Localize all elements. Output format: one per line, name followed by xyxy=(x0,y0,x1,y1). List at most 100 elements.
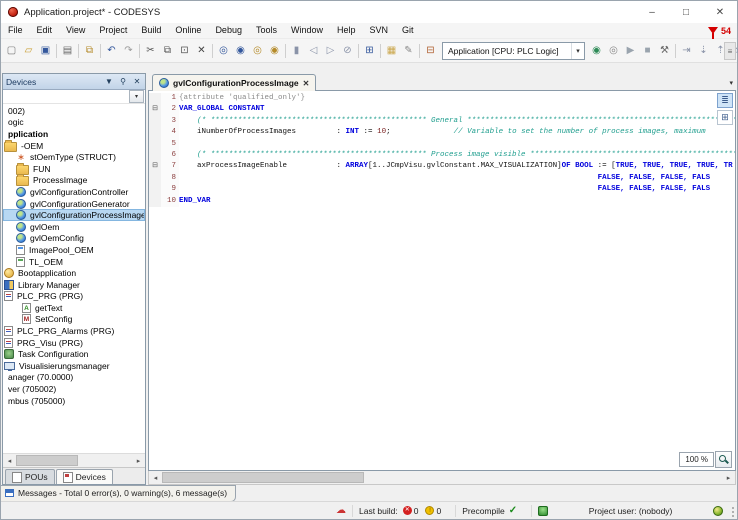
panel-close-icon[interactable]: ✕ xyxy=(132,75,142,88)
scroll-right-icon[interactable]: ▸ xyxy=(722,474,735,482)
tree-item-002-[interactable]: 002) xyxy=(3,105,145,117)
tree-item-gvloem[interactable]: gvlOem xyxy=(3,221,145,233)
tree-item-ver-705002-[interactable]: ver (705002) xyxy=(3,383,145,395)
tree-item-imagepool-oem[interactable]: ImagePool_OEM xyxy=(3,244,145,256)
tree-item-fun[interactable]: FUN xyxy=(3,163,145,175)
menu-window[interactable]: Window xyxy=(284,23,330,38)
start-icon[interactable]: ▶ xyxy=(622,42,639,59)
menu-build[interactable]: Build xyxy=(134,23,168,38)
menu-online[interactable]: Online xyxy=(168,23,208,38)
tree-item-prg-visu-prg-[interactable]: PRG_Visu (PRG) xyxy=(3,337,145,349)
logout-icon[interactable]: ◎ xyxy=(605,42,622,59)
tab-close-icon[interactable]: ✕ xyxy=(303,79,310,88)
edit-object-icon[interactable]: ✎ xyxy=(400,42,417,59)
undo-icon[interactable]: ↶ xyxy=(103,42,120,59)
menu-view[interactable]: View xyxy=(59,23,92,38)
delete-icon[interactable]: ✕ xyxy=(193,42,210,59)
find-replace-icon[interactable]: ◎ xyxy=(249,42,266,59)
tree-item-gvloemconfig[interactable]: gvlOemConfig xyxy=(3,233,145,245)
menu-project[interactable]: Project xyxy=(92,23,134,38)
magnifier-icon[interactable] xyxy=(715,451,732,468)
tree-item-stoemtype-struct-[interactable]: ∗stOemType (STRUCT) xyxy=(3,151,145,163)
tree-item-setconfig[interactable]: MSetConfig xyxy=(3,314,145,326)
new-file-icon[interactable]: ▢ xyxy=(3,42,20,59)
tree-item-anager-70-0000-[interactable]: anager (70.0000) xyxy=(3,372,145,384)
paste-icon[interactable]: ⊡ xyxy=(176,42,193,59)
notification-area[interactable]: 54 xyxy=(708,26,737,36)
close-button[interactable]: ✕ xyxy=(703,1,737,23)
tab-pous[interactable]: POUs xyxy=(5,469,55,484)
tree-item-task-configuration[interactable]: Task Configuration xyxy=(3,348,145,360)
tree-item-processimage[interactable]: ProcessImage xyxy=(3,175,145,187)
tab-list-dropdown-icon[interactable]: ▾ xyxy=(729,79,733,87)
build-icon[interactable]: ⊟ xyxy=(422,42,439,59)
print-icon[interactable]: ▤ xyxy=(59,42,76,59)
redo-icon[interactable]: ↷ xyxy=(120,42,137,59)
tab-devices[interactable]: Devices xyxy=(56,469,113,484)
tree-horizontal-scrollbar[interactable]: ◂ ▸ xyxy=(3,453,145,467)
tree-item--oem[interactable]: -OEM xyxy=(3,140,145,152)
open-file-icon[interactable]: ▱ xyxy=(20,42,37,59)
login-icon[interactable]: ◉ xyxy=(588,42,605,59)
bookmark-prev-icon[interactable]: ◁ xyxy=(305,42,322,59)
menu-file[interactable]: File xyxy=(1,23,30,38)
menu-svn[interactable]: SVN xyxy=(363,23,396,38)
menu-edit[interactable]: Edit xyxy=(30,23,60,38)
tree-item-plc-prg-prg-[interactable]: PLC_PRG (PRG) xyxy=(3,291,145,303)
editor-tab[interactable]: gvlConfigurationProcessImage ✕ xyxy=(152,74,316,91)
editor-scroll-thumb[interactable] xyxy=(162,472,364,483)
editor-horizontal-scrollbar[interactable]: ◂ ▸ xyxy=(148,471,736,485)
step-into-icon[interactable]: ⇣ xyxy=(695,42,712,59)
maximize-button[interactable]: □ xyxy=(669,1,703,23)
tree-item-tl-oem[interactable]: TL_OEM xyxy=(3,256,145,268)
tree-item-ogic[interactable]: ogic xyxy=(3,117,145,129)
project-settings-icon[interactable]: ⊞ xyxy=(361,42,378,59)
tree-scroll-thumb[interactable] xyxy=(16,455,78,466)
sort-variables-button[interactable]: ≣ xyxy=(717,93,733,108)
tree-item-mbus-705000-[interactable]: mbus (705000) xyxy=(3,395,145,407)
build-tools-icon[interactable]: ⚒ xyxy=(656,42,673,59)
resize-grip[interactable] xyxy=(727,506,735,518)
tree-item-gvlconfigurationgenerator[interactable]: gvlConfigurationGenerator xyxy=(3,198,145,210)
tree-item-pplication[interactable]: pplication xyxy=(3,128,145,140)
bookmark-next-icon[interactable]: ▷ xyxy=(322,42,339,59)
zoom-level[interactable]: 100 % xyxy=(679,452,714,467)
scroll-left-icon[interactable]: ◂ xyxy=(149,474,162,482)
toolbar-overflow-button[interactable]: ≡ xyxy=(724,42,736,60)
fold-collapse-icon[interactable]: ⊟ xyxy=(149,161,161,172)
tabular-view-button[interactable]: ⊞ xyxy=(717,110,733,125)
code-editor[interactable]: 1{attribute 'qualified_only'}⊟2VAR_GLOBA… xyxy=(148,90,736,471)
step-over-icon[interactable]: ⇥ xyxy=(678,42,695,59)
cut-icon[interactable]: ✂ xyxy=(142,42,159,59)
replace-icon[interactable]: ◉ xyxy=(266,42,283,59)
panel-pin-icon[interactable]: ⚲ xyxy=(118,75,128,88)
bookmark-toggle-icon[interactable]: ▮ xyxy=(288,42,305,59)
incremental-search-icon[interactable]: ◉ xyxy=(232,42,249,59)
find-icon[interactable]: ◎ xyxy=(215,42,232,59)
new-object-icon[interactable]: ▦ xyxy=(383,42,400,59)
tree-item-library-manager[interactable]: Library Manager xyxy=(3,279,145,291)
tree-item-visualisierungsmanager[interactable]: Visualisierungsmanager xyxy=(3,360,145,372)
stop-icon[interactable]: ■ xyxy=(639,42,656,59)
menu-git[interactable]: Git xyxy=(395,23,421,38)
tree-item-bootapplication[interactable]: Bootapplication xyxy=(3,267,145,279)
tree-item-gvlconfigurationcontroller[interactable]: gvlConfigurationController xyxy=(3,186,145,198)
messages-bar[interactable]: Messages - Total 0 error(s), 0 warning(s… xyxy=(1,485,236,502)
active-application-combo[interactable]: Application [CPU: PLC Logic]▾ xyxy=(442,42,585,60)
panel-dropdown-icon[interactable]: ▼ xyxy=(104,75,114,88)
tree-options-dropdown[interactable]: ▾ xyxy=(129,90,144,103)
tree-item-plc-prg-alarms-prg-[interactable]: PLC_PRG_Alarms (PRG) xyxy=(3,325,145,337)
menu-help[interactable]: Help xyxy=(330,23,363,38)
fold-collapse-icon[interactable]: ⊟ xyxy=(149,104,161,115)
copy-icon[interactable]: ⧉ xyxy=(159,42,176,59)
scroll-left-icon[interactable]: ◂ xyxy=(3,457,16,465)
minimize-button[interactable]: – xyxy=(635,1,669,23)
save-icon[interactable]: ▣ xyxy=(37,42,54,59)
copy-project-icon[interactable]: ⧉ xyxy=(81,42,98,59)
menu-tools[interactable]: Tools xyxy=(249,23,284,38)
tree-item-gettext[interactable]: AgetText xyxy=(3,302,145,314)
scroll-right-icon[interactable]: ▸ xyxy=(132,457,145,465)
bookmark-clear-icon[interactable]: ⊘ xyxy=(339,42,356,59)
menu-debug[interactable]: Debug xyxy=(208,23,249,38)
tree-item-gvlconfigurationprocessimage[interactable]: gvlConfigurationProcessImage xyxy=(3,209,145,221)
